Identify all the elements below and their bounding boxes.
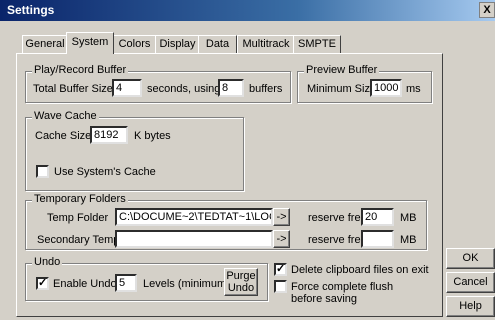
help-button[interactable]: Help	[446, 296, 495, 317]
close-icon[interactable]: X	[479, 2, 495, 18]
seconds-using-label: seconds, using	[147, 83, 221, 95]
ok-button[interactable]: OK	[446, 248, 495, 269]
minimum-size-label: Minimum Size	[307, 83, 377, 95]
tab-smpte[interactable]: SMPTE	[293, 35, 341, 53]
delete-clipboard-label: Delete clipboard files on exit	[291, 264, 429, 276]
k-bytes-label: K bytes	[134, 130, 171, 142]
preview-buffer-group: Preview Buffer Minimum Size 1000 ms	[297, 64, 432, 103]
cache-size-label: Cache Size	[35, 130, 92, 142]
force-flush-label-line2: before saving	[291, 293, 358, 305]
enable-undo-label: Enable Undo	[53, 278, 117, 290]
title-bar[interactable]: Settings X	[0, 0, 495, 21]
secondary-temp-browse-button[interactable]: ->	[273, 230, 290, 248]
window-title: Settings	[7, 3, 55, 17]
mb-unit-label: MB	[400, 212, 417, 224]
temp-folder-label: Temp Folder	[47, 212, 109, 224]
group-title: Preview Buffer	[304, 64, 380, 76]
temporary-folders-group: Temporary Folders Temp Folder C:\DOCUME~…	[25, 193, 427, 250]
cache-size-input[interactable]: 8192	[90, 126, 128, 144]
delete-clipboard-checkbox[interactable]: ✓	[274, 263, 287, 276]
force-flush-checkbox[interactable]	[274, 280, 287, 293]
reserve-free-label: reserve free	[308, 212, 367, 224]
mb-unit-label: MB	[400, 234, 417, 246]
temp-folder-input[interactable]: C:\DOCUME~2\TEDTAT~1\LOCA	[115, 208, 273, 226]
temp-folder-browse-button[interactable]: ->	[273, 208, 290, 226]
play-record-buffer-group: Play/Record Buffer Total Buffer Size 4 s…	[25, 64, 291, 103]
reserve-free-label: reserve free	[308, 234, 367, 246]
ms-unit-label: ms	[406, 83, 421, 95]
tab-display[interactable]: Display	[155, 35, 200, 53]
buffers-count-input[interactable]: 8	[218, 79, 244, 97]
use-system-cache-label: Use System's Cache	[54, 166, 156, 178]
buffers-label: buffers	[249, 83, 283, 95]
tab-colors[interactable]: Colors	[112, 35, 157, 53]
purge-undo-button[interactable]: Purge Undo	[224, 268, 258, 296]
purge-undo-line2: Undo	[227, 282, 255, 294]
undo-group: Undo ✓ Enable Undo 5 Levels (minimum) Pu…	[25, 256, 268, 301]
wave-cache-group: Wave Cache Cache Size 8192 K bytes Use S…	[25, 110, 244, 191]
use-system-cache-checkbox[interactable]	[36, 165, 49, 178]
tab-data[interactable]: Data	[198, 35, 237, 53]
enable-undo-checkbox[interactable]: ✓	[36, 277, 49, 290]
secondary-temp-label: Secondary Temp	[37, 234, 120, 246]
group-title: Undo	[32, 256, 63, 268]
secondary-temp-input[interactable]	[115, 230, 273, 248]
group-title: Temporary Folders	[32, 193, 128, 205]
tab-general[interactable]: General	[22, 35, 68, 53]
purge-undo-line1: Purge	[226, 270, 256, 282]
group-title: Wave Cache	[32, 110, 99, 122]
secondary-reserve-free-input[interactable]	[361, 230, 394, 248]
temp-reserve-free-input[interactable]: 20	[361, 208, 394, 226]
undo-levels-input[interactable]: 5	[115, 274, 137, 292]
total-buffer-size-label: Total Buffer Size	[33, 83, 113, 95]
group-title: Play/Record Buffer	[32, 64, 129, 76]
total-buffer-size-input[interactable]: 4	[112, 79, 142, 97]
minimum-size-input[interactable]: 1000	[370, 79, 402, 97]
tab-multitrack[interactable]: Multitrack	[237, 35, 295, 53]
levels-minimum-label: Levels (minimum)	[143, 278, 230, 290]
cancel-button[interactable]: Cancel	[446, 272, 495, 293]
tab-system[interactable]: System	[66, 32, 114, 54]
